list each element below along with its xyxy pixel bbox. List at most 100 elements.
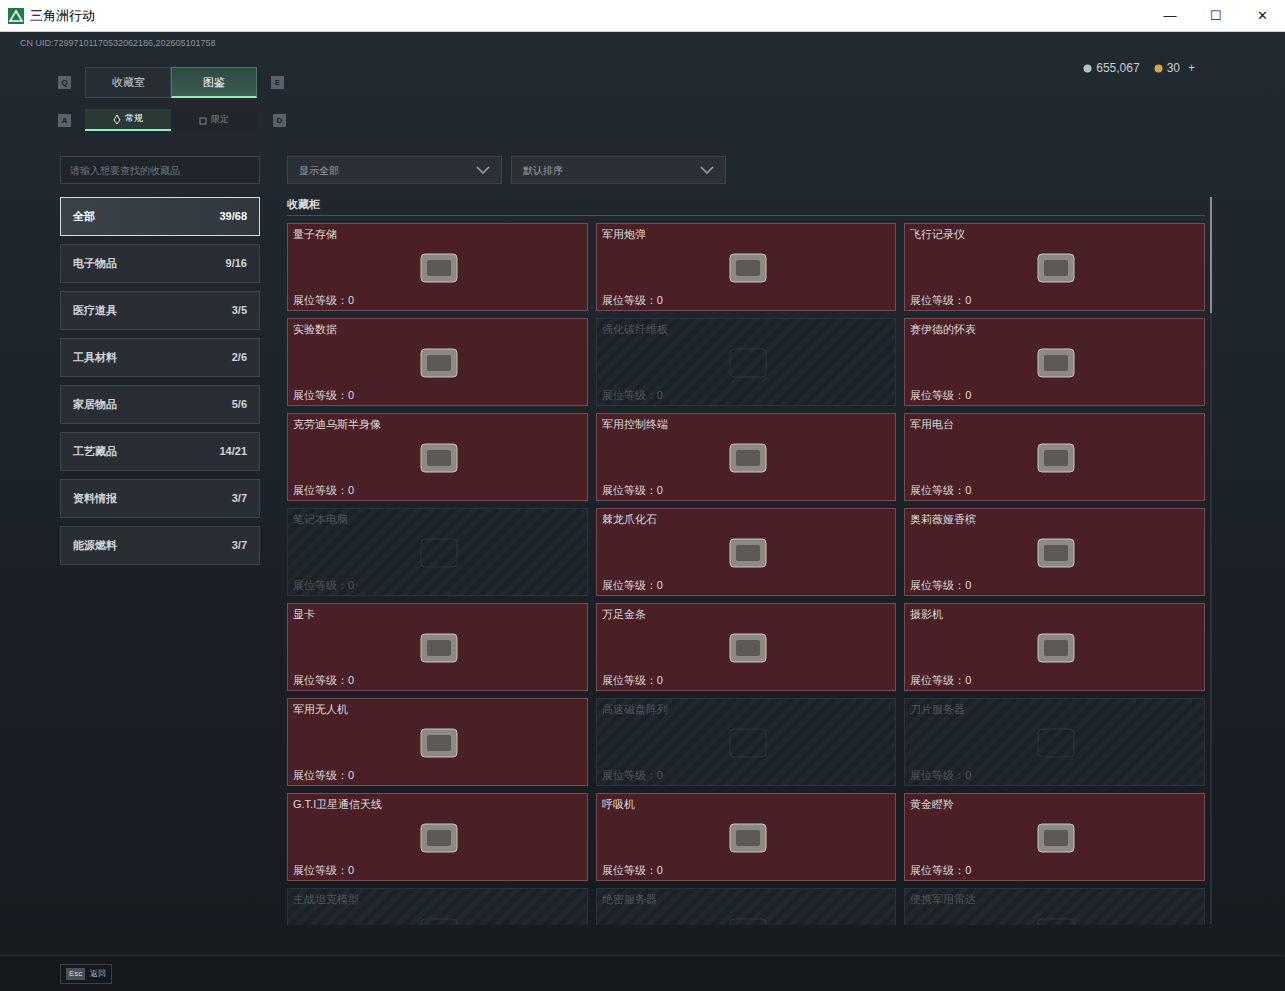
collection-item-card[interactable]: 便携军用雷达 — [904, 888, 1205, 925]
collection-item-card[interactable]: 摄影机展位等级：0 — [904, 603, 1205, 691]
cabinet-area: 收藏柜量子存储展位等级：0军用炮弹展位等级：0飞行记录仪展位等级：0实验数据展位… — [287, 197, 1212, 925]
category-item[interactable]: 电子物品9/16 — [60, 244, 260, 283]
category-count: 9/16 — [226, 255, 247, 272]
sub-tab[interactable]: 限定 — [171, 109, 257, 131]
currency-item: 655,067 — [1083, 59, 1139, 77]
key-hint: D — [273, 114, 286, 127]
collection-item-card[interactable]: 飞行记录仪展位等级：0 — [904, 223, 1205, 311]
collection-item-card[interactable]: 万足金条展位等级：0 — [596, 603, 897, 691]
item-name: 奥莉薇娅香槟 — [910, 512, 1199, 526]
top-tabs: 收藏室 图鉴 — [85, 67, 257, 98]
top-tab[interactable]: 图鉴 — [171, 67, 257, 98]
sub-tabs-row: A常规限定D — [0, 109, 1285, 131]
collection-item-card[interactable]: 高速磁盘阵列展位等级：0 — [596, 698, 897, 786]
item-grid: 量子存储展位等级：0军用炮弹展位等级：0飞行记录仪展位等级：0 实验数据展位等级：… — [287, 223, 1205, 925]
collection-item-card[interactable]: 军用无人机展位等级：0 — [287, 698, 588, 786]
add-currency-button[interactable]: + — [1188, 59, 1195, 77]
collection-item-card[interactable]: 军用电台展位等级：0 — [904, 413, 1205, 501]
category-count: 2/6 — [232, 349, 247, 366]
filter-dropdown[interactable]: 显示全部 — [287, 156, 502, 184]
item-picture-icon — [716, 816, 780, 860]
item-picture-icon — [407, 721, 471, 765]
item-picture-icon — [1024, 341, 1088, 385]
collection-item-card[interactable]: 军用控制终端展位等级：0 — [596, 413, 897, 501]
regular-icon — [113, 115, 121, 124]
item-level: 展位等级：0 — [910, 578, 1199, 592]
chevron-down-icon — [700, 166, 714, 174]
collection-item-card[interactable]: 绝密服务器 — [596, 888, 897, 925]
item-level: 展位等级：0 — [910, 768, 1199, 782]
category-label: 资料情报 — [73, 490, 117, 507]
window-control-button[interactable]: ☐ — [1193, 0, 1239, 31]
item-name: 棘龙爪化石 — [602, 512, 891, 526]
item-picture-icon — [407, 341, 471, 385]
item-name: 高速磁盘阵列 — [602, 702, 891, 716]
item-name: 黄金瞪羚 — [910, 797, 1199, 811]
window-control-button[interactable]: — — [1147, 0, 1193, 31]
scrollbar-track[interactable] — [1210, 197, 1212, 924]
item-picture-icon — [1024, 626, 1088, 670]
silver-coin-icon — [1083, 64, 1092, 73]
collection-item-card[interactable]: 赛伊德的怀表展位等级：0 — [904, 318, 1205, 406]
item-level: 展位等级：0 — [602, 673, 891, 687]
collection-item-card[interactable]: 克劳迪乌斯半身像展位等级：0 — [287, 413, 588, 501]
collection-item-card[interactable]: 黄金瞪羚展位等级：0 — [904, 793, 1205, 881]
item-picture-icon — [1024, 531, 1088, 575]
item-level: 展位等级：0 — [602, 863, 891, 877]
window-controls: —☐✕ — [1147, 0, 1285, 31]
item-level: 展位等级：0 — [293, 388, 582, 402]
limited-icon — [199, 116, 207, 125]
category-label: 家居物品 — [73, 396, 117, 413]
key-hint: Q — [58, 76, 71, 89]
top-tab[interactable]: 收藏室 — [85, 67, 171, 98]
footer-bar: Esc返回 — [0, 955, 1285, 991]
currency-amount: 30 — [1167, 59, 1180, 77]
collection-item-card[interactable]: 刀片服务器展位等级：0 — [904, 698, 1205, 786]
item-picture-icon — [716, 341, 780, 385]
item-level: 展位等级：0 — [602, 388, 891, 402]
collection-item-card[interactable]: 量子存储展位等级：0 — [287, 223, 588, 311]
category-item[interactable]: 家居物品5/6 — [60, 385, 260, 424]
window-control-button[interactable]: ✕ — [1239, 0, 1285, 31]
collection-item-card[interactable]: 军用炮弹展位等级：0 — [596, 223, 897, 311]
category-label: 医疗道具 — [73, 302, 117, 319]
item-picture-icon — [1024, 721, 1088, 765]
tab-label: 收藏室 — [112, 74, 145, 91]
category-item[interactable]: 全部39/68 — [60, 197, 260, 236]
category-item[interactable]: 工艺藏品14/21 — [60, 432, 260, 471]
collection-item-card[interactable]: G.T.I卫星通信天线展位等级：0 — [287, 793, 588, 881]
category-label: 工艺藏品 — [73, 443, 117, 460]
currency-amount: 655,067 — [1096, 59, 1139, 77]
search-input[interactable] — [60, 156, 260, 184]
scrollbar-thumb[interactable] — [1210, 197, 1212, 313]
back-button[interactable]: Esc返回 — [60, 964, 112, 984]
back-label: 返回 — [90, 968, 106, 980]
category-item[interactable]: 医疗道具 3/5 — [60, 291, 260, 330]
collection-item-card[interactable]: 棘龙爪化石展位等级：0 — [596, 508, 897, 596]
category-item[interactable]: 能源燃料3/7 — [60, 526, 260, 565]
item-level: 展位等级：0 — [602, 578, 891, 592]
item-name: 强化碳纤维板 — [602, 322, 891, 336]
collection-item-card[interactable]: 主战坦克模型 — [287, 888, 588, 925]
item-name: 军用无人机 — [293, 702, 582, 716]
collection-item-card[interactable]: 实验数据展位等级：0 — [287, 318, 588, 406]
spacer — [0, 925, 1285, 955]
item-name: 实验数据 — [293, 322, 582, 336]
collection-item-card[interactable]: 笔记本电脑展位等级：0 — [287, 508, 588, 596]
category-list: 全部39/68 电子物品9/16 医疗道具 3/5 工具材料2/6 家居物品5/6 工艺藏品… — [60, 197, 260, 565]
sub-tab[interactable]: 常规 — [85, 109, 171, 131]
category-item[interactable]: 工具材料2/6 — [60, 338, 260, 377]
collection-item-card[interactable]: 呼吸机展位等级：0 — [596, 793, 897, 881]
top-tabs-row: Q收藏室图鉴E655,06730+ — [0, 67, 1285, 98]
filter-dropdown[interactable]: 默认排序 — [511, 156, 726, 184]
category-count: 3/7 — [232, 537, 247, 554]
collection-item-card[interactable]: 奥莉薇娅香槟展位等级：0 — [904, 508, 1205, 596]
sub-tabs: 常规限定 — [85, 109, 257, 131]
collection-item-card[interactable]: 强化碳纤维板展位等级：0 — [596, 318, 897, 406]
collection-item-card[interactable]: 显卡展位等级：0 — [287, 603, 588, 691]
category-count: 3/5 — [232, 302, 247, 319]
title-bar: 三角洲行动—☐✕ — [0, 0, 1285, 32]
item-name: 万足金条 — [602, 607, 891, 621]
item-level: 展位等级：0 — [910, 388, 1199, 402]
category-item[interactable]: 资料情报3/7 — [60, 479, 260, 518]
